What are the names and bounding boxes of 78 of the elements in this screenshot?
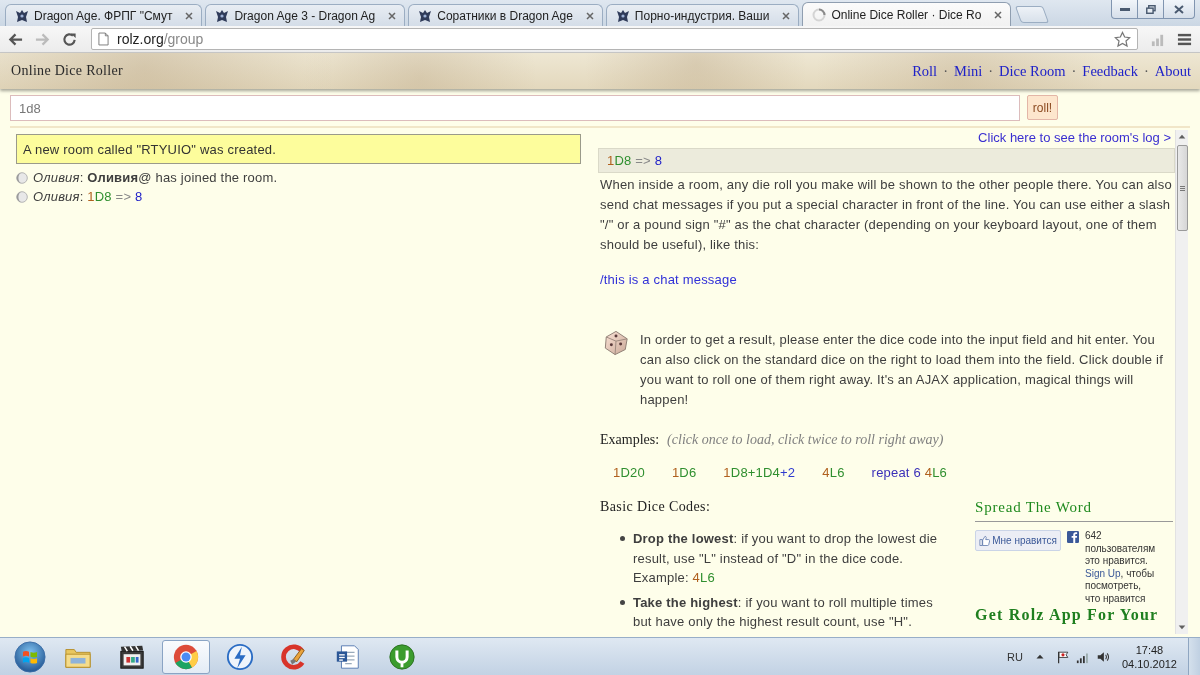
example-link[interactable]: 1D6 — [671, 463, 697, 483]
scroll-down-icon[interactable] — [1178, 625, 1186, 630]
last-roll-box: 1D8 => 8 — [598, 148, 1175, 173]
browser-tab[interactable]: Dragon Age 3 - Dragon Ag — [205, 4, 406, 26]
nav-separator: · — [1143, 62, 1149, 80]
log-message: Оливия: 1D8 => 8 — [33, 189, 143, 204]
close-icon — [1174, 4, 1184, 14]
example-link[interactable]: 1D20 — [613, 463, 645, 483]
nav-link[interactable]: Dice Room — [999, 62, 1066, 80]
circle-icon — [16, 171, 28, 184]
caret-up-icon[interactable] — [1035, 654, 1044, 659]
thumbs-up-icon — [979, 535, 991, 546]
scroll-up-icon[interactable] — [1178, 134, 1186, 139]
clock-date[interactable]: 04.10.2012 — [1121, 656, 1177, 671]
browser-tab[interactable]: Порно-индустрия. Ваши — [605, 4, 800, 26]
restore-button[interactable] — [1138, 0, 1164, 19]
example-link[interactable]: 4L6 — [822, 463, 845, 483]
dice-input[interactable]: 1d8 — [10, 95, 1020, 121]
close-icon[interactable] — [782, 11, 791, 20]
round-logo-icon — [172, 642, 200, 671]
example-link[interactable]: repeat 6 4L6 — [871, 463, 948, 483]
examples-hint: (click once to load, click twice to roll right away) — [667, 431, 944, 449]
fork-badge-icon — [388, 642, 416, 671]
site-title: Online Dice Roller — [11, 63, 123, 79]
lightning-icon — [226, 642, 254, 671]
nav-link[interactable]: Roll — [912, 62, 938, 80]
room-log-link[interactable]: Click here to see the room's log > — [978, 130, 1171, 146]
like-button[interactable]: Мне нравится — [975, 530, 1061, 551]
start-orb-icon[interactable] — [14, 640, 46, 673]
reload-icon[interactable] — [62, 31, 77, 47]
nav-separator: · — [988, 62, 994, 80]
scrollbar[interactable] — [1175, 130, 1188, 634]
browser-tab[interactable]: Соратники в Dragon Age — [408, 4, 603, 26]
back-arrow-icon[interactable] — [8, 31, 23, 47]
document-icon — [334, 642, 362, 671]
intro-text: When inside a room, any die roll you make will be shown to the other people there. You can also send chat messages if you put a special character in front of the line. You can use either a slash "/" or a pound sign "#" as the chat character (depending on your keyboard layout, one of them should be useful), like this: — [600, 176, 1173, 254]
code-description: Drop the lowest: if you want to drop the lowest die result, use "L" instead of "D" in the dice code. Example: 4L6 — [633, 530, 939, 587]
scrollbar-thumb[interactable] — [1176, 145, 1188, 231]
section-heading: Basic Dice Codes: — [599, 498, 712, 516]
close-icon[interactable] — [388, 11, 397, 20]
nav-separator: · — [1071, 62, 1077, 80]
room-notice: A new room called "RTYUIO" was created. — [16, 134, 581, 164]
minimize-button[interactable] — [1111, 0, 1138, 19]
browser-tab[interactable]: Dragon Age. ФРПГ "Смут — [5, 4, 203, 26]
menu-icon[interactable] — [1177, 31, 1192, 47]
nav-link[interactable]: Feedback — [1082, 62, 1138, 80]
nav-link[interactable]: Mini — [954, 62, 983, 80]
sidebar-heading: Get Rolz App For Your — [975, 605, 1160, 625]
code-description: Take the highest: if you want to roll multiple times but have only the highest result count, use "H". — [633, 593, 934, 631]
nav-link[interactable]: About — [1154, 62, 1191, 80]
restore-icon — [1145, 4, 1156, 14]
close-icon[interactable] — [994, 10, 1003, 19]
address-bar[interactable]: rolz.org/group — [91, 28, 1138, 50]
die-icon — [603, 330, 629, 356]
bullet-icon — [620, 599, 625, 605]
flag-icon[interactable] — [1055, 649, 1070, 664]
clock-time[interactable]: 17:48 — [1135, 642, 1164, 657]
roll-button[interactable]: roll! — [1027, 95, 1058, 120]
sidebar-heading: Spread The Word — [975, 497, 1173, 522]
log-message: Оливия: Оливия@ has joined the room. — [33, 170, 278, 185]
howto-text: In order to get a result, please enter the dice code into the input field and hit enter. You can also click on the standard dice on the right to load them into the field. Click double if you want to roll one of them right away. It's an AJAX application, magical things will happen! — [640, 331, 1164, 409]
page-icon — [98, 32, 109, 46]
close-icon[interactable] — [185, 11, 194, 20]
nav-separator: · — [943, 62, 948, 80]
circle-icon — [16, 190, 28, 203]
bullet-icon — [620, 536, 625, 541]
chat-example: /this is a chat message — [600, 271, 738, 289]
like-count-text: 642 пользователям это нравится. Sign Up, чтобы посмотреть, что нравится — [1085, 530, 1157, 605]
star-icon[interactable] — [1114, 30, 1131, 48]
example-link[interactable]: 1D8+1D4+2 — [723, 463, 796, 483]
f-logo-icon — [1067, 531, 1079, 543]
brush-logo-icon — [280, 642, 308, 671]
signup-link[interactable]: Sign Up — [1085, 567, 1121, 579]
browser-tab[interactable]: Online Dice Roller · Dice Ro — [802, 2, 1012, 26]
close-icon[interactable] — [585, 11, 594, 20]
language-indicator[interactable]: RU — [1007, 650, 1023, 663]
examples-label: Examples: — [600, 431, 660, 449]
close-button[interactable] — [1164, 0, 1195, 19]
